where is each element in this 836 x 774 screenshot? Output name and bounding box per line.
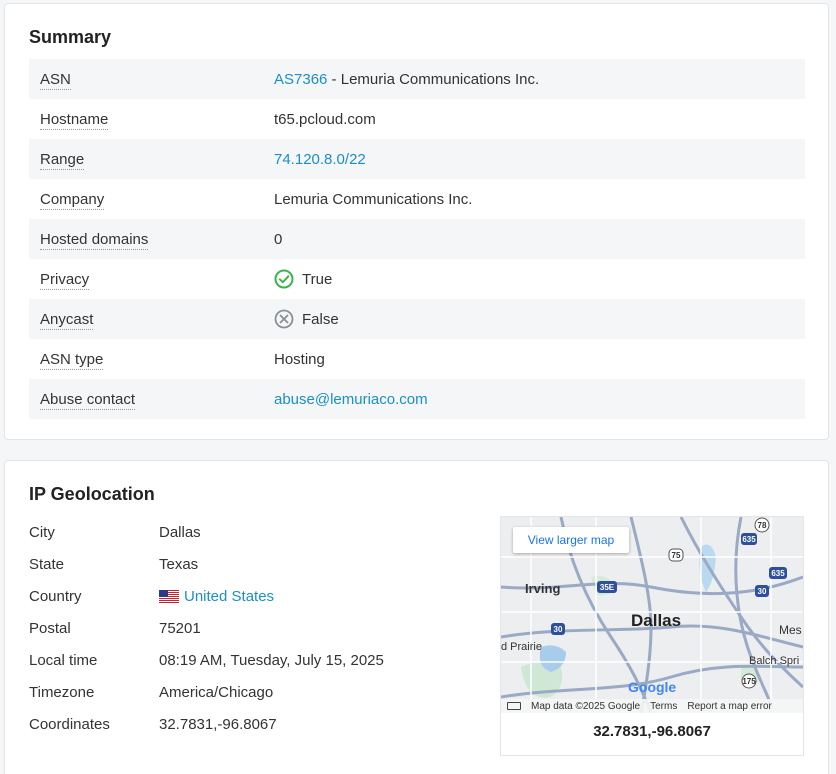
summary-row-asn: ASN AS7366 - Lemuria Communications Inc. — [29, 59, 805, 99]
asn-type-key: ASN type — [40, 350, 104, 370]
map-label-grand-prairie: d Prairie — [501, 641, 542, 653]
summary-row-range: Range 74.120.8.0/22 — [29, 139, 805, 179]
summary-row-anycast: Anycast False — [29, 299, 805, 339]
summary-row-abuse-contact: Abuse contact abuse@lemuriaco.com — [29, 379, 805, 419]
svg-text:635: 635 — [742, 535, 756, 544]
hosted-domains-key: Hosted domains — [40, 230, 149, 250]
summary-row-hostname: Hostname t65.pcloud.com — [29, 99, 805, 139]
svg-text:35E: 35E — [600, 583, 615, 592]
hosted-domains-value: 0 — [274, 230, 283, 248]
company-key: Company — [40, 190, 105, 210]
coordinates-key: Coordinates — [29, 715, 110, 733]
x-circle-icon — [274, 309, 294, 329]
keyboard-icon[interactable] — [507, 702, 521, 710]
map-data-credit: Map data ©2025 Google — [531, 700, 641, 712]
timezone-value: America/Chicago — [159, 683, 274, 701]
geo-row-city: City Dallas — [29, 516, 489, 548]
map-terms-link[interactable]: Terms — [650, 701, 677, 712]
geo-row-timezone: Timezone America/Chicago — [29, 676, 489, 708]
asn-link[interactable]: AS7366 — [274, 71, 327, 88]
svg-text:30: 30 — [554, 625, 563, 634]
map-label-dallas: Dallas — [631, 611, 682, 630]
state-value: Texas — [159, 555, 199, 573]
summary-row-privacy: Privacy True — [29, 259, 805, 299]
map-report-error-link[interactable]: Report a map error — [687, 701, 771, 712]
geolocation-title: IP Geolocation — [29, 484, 155, 504]
svg-text:635: 635 — [771, 569, 785, 578]
privacy-value: True — [302, 270, 333, 288]
map-container: 78 114 75 635 35E 635 30 30 175 View lar… — [500, 516, 804, 756]
svg-text:75: 75 — [672, 551, 681, 560]
city-value: Dallas — [159, 523, 201, 541]
asn-type-value: Hosting — [274, 350, 325, 368]
summary-table: ASN AS7366 - Lemuria Communications Inc.… — [29, 59, 805, 419]
range-link[interactable]: 74.120.8.0/22 — [274, 151, 366, 168]
geo-row-coordinates: Coordinates 32.7831,-96.8067 — [29, 708, 489, 740]
us-flag-icon — [159, 589, 179, 603]
summary-row-company: Company Lemuria Communications Inc. — [29, 179, 805, 219]
map-footer: Map data ©2025 Google Terms Report a map… — [501, 699, 803, 713]
country-link[interactable]: United States — [184, 588, 274, 605]
svg-text:30: 30 — [758, 587, 767, 596]
city-key: City — [29, 523, 55, 541]
geo-row-local-time: Local time 08:19 AM, Tuesday, July 15, 2… — [29, 644, 489, 676]
check-circle-icon — [274, 269, 294, 289]
svg-text:175: 175 — [742, 677, 756, 686]
range-key: Range — [40, 150, 85, 170]
country-key: Country — [29, 587, 82, 605]
hostname-key: Hostname — [40, 110, 109, 130]
geo-row-country: Country United States — [29, 580, 489, 612]
map-label-mesquite: Mes — [779, 623, 802, 637]
state-key: State — [29, 555, 65, 573]
hostname-value: t65.pcloud.com — [274, 110, 376, 128]
view-larger-map-button[interactable]: View larger map — [513, 527, 629, 553]
geo-row-postal: Postal 75201 — [29, 612, 489, 644]
asn-key: ASN — [40, 70, 71, 90]
postal-value: 75201 — [159, 619, 201, 637]
map-label-balch-springs: Balch Spri — [749, 655, 800, 667]
geo-row-state: State Texas — [29, 548, 489, 580]
company-value: Lemuria Communications Inc. — [274, 190, 473, 208]
privacy-key: Privacy — [40, 270, 90, 290]
svg-text:78: 78 — [758, 521, 767, 530]
summary-card: Summary ASN AS7366 - Lemuria Communicati… — [4, 3, 829, 440]
coordinates-value: 32.7831,-96.8067 — [159, 715, 277, 733]
summary-row-asn-type: ASN type Hosting — [29, 339, 805, 379]
abuse-contact-key: Abuse contact — [40, 390, 136, 410]
anycast-key: Anycast — [40, 310, 94, 330]
abuse-contact-link[interactable]: abuse@lemuriaco.com — [274, 391, 428, 408]
map-coordinates-caption: 32.7831,-96.8067 — [593, 723, 711, 740]
local-time-value: 08:19 AM, Tuesday, July 15, 2025 — [159, 651, 384, 669]
map-label-irving: Irving — [525, 581, 561, 596]
summary-title: Summary — [29, 27, 112, 47]
google-logo: Google — [628, 679, 677, 695]
asn-company-text: - Lemuria Communications Inc. — [327, 70, 540, 88]
geolocation-card: IP Geolocation City Dallas State Texas C… — [4, 460, 829, 774]
geolocation-table: City Dallas State Texas Country United S… — [29, 516, 489, 740]
map-view[interactable]: 78 114 75 635 35E 635 30 30 175 View lar… — [501, 517, 803, 713]
anycast-value: False — [302, 310, 339, 328]
local-time-key: Local time — [29, 651, 98, 669]
summary-row-hosted-domains: Hosted domains 0 — [29, 219, 805, 259]
postal-key: Postal — [29, 619, 71, 637]
timezone-key: Timezone — [29, 683, 95, 701]
